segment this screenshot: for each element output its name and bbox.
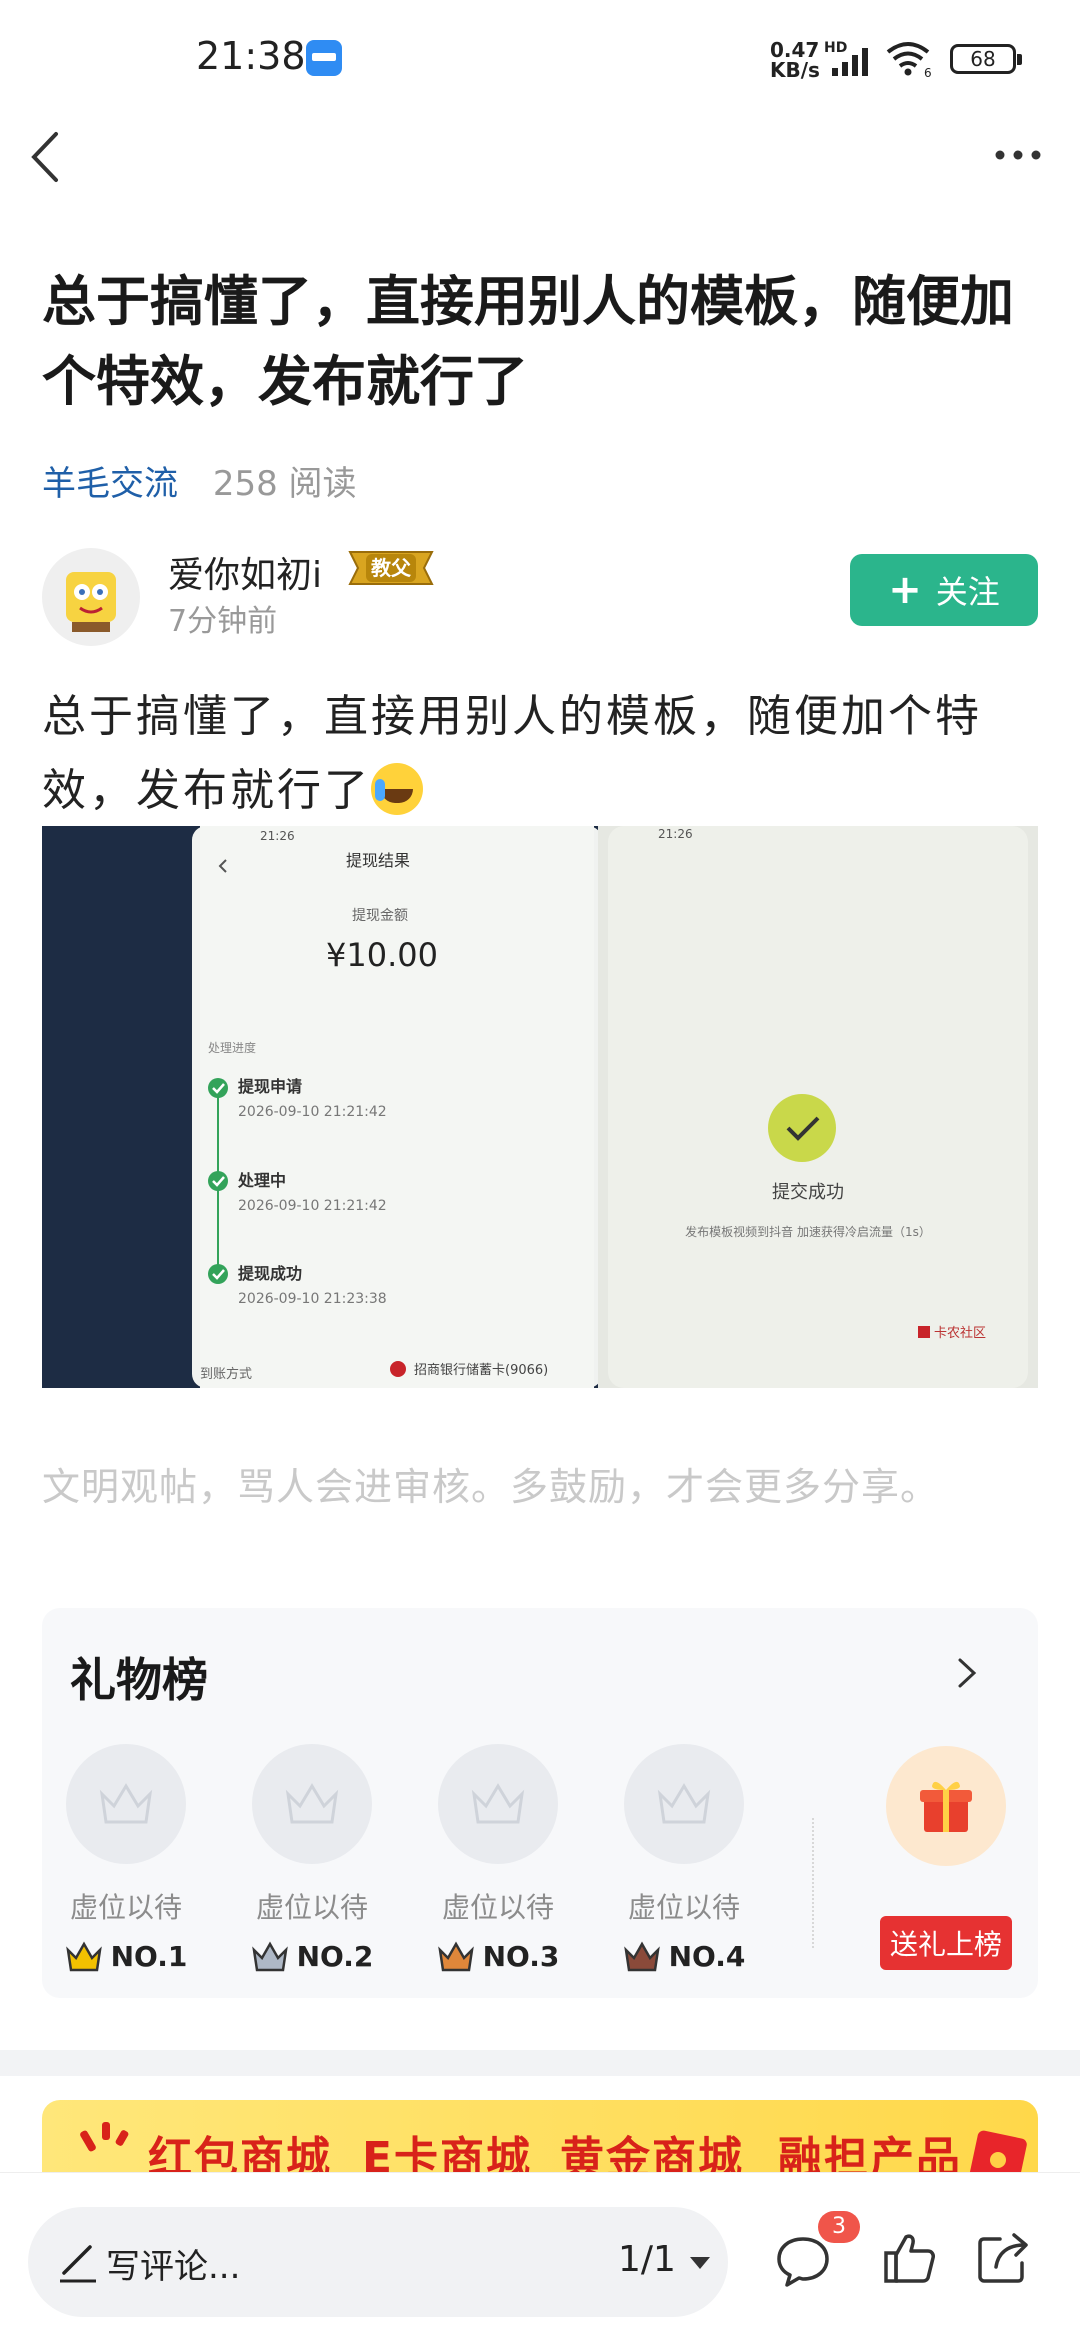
follow-label: 关注 [935,573,1000,611]
wifi-icon: 6 [886,42,932,78]
step-3-name: 提现成功 [238,1264,302,1283]
wallet-app-icon [306,40,342,76]
circle-link[interactable]: 羊毛交流 [42,464,178,504]
divider [812,1818,814,1948]
rank-4-crown-icon [623,1940,660,1971]
network-speed-value: 0.47 [770,38,820,62]
read-count: 258 阅读 [212,464,357,504]
community-notice: 文明观帖，骂人会进审核。多鼓励，才会更多分享。 [42,1465,940,1509]
more-dots-icon [995,150,1041,160]
rank-3-crown-icon [437,1940,474,1971]
gift-slot-label: 虚位以待 [627,1891,740,1924]
gift-ranking-panel: 礼物榜 虚位以待 NO.1 虚位以待 NO.2 虚位以待 NO.3 虚位以待 N… [42,1608,1038,1998]
comment-count-badge: 3 [818,2211,860,2243]
gift-box-icon[interactable] [886,1746,1006,1866]
gift-icon [920,1781,972,1832]
gift-slot-2[interactable]: 虚位以待 NO.2 [232,1744,392,1973]
gift-slot-rank: NO.3 [418,1940,578,1973]
withdraw-amount: ¥10.00 [326,936,438,974]
gift-slot-label: 虚位以待 [69,1891,182,1924]
status-bar: 21:38 0.47 KB/s HD 6 68 [0,0,1080,110]
watermark: 卡农社区 [934,1325,986,1341]
sparkle-icon [80,2122,129,2152]
amount-label: 提现金额 [352,908,408,924]
author-badge-text: 教父 [371,556,412,580]
network-speed: 0.47 KB/s [770,40,820,80]
wifi-index: 6 [924,66,932,78]
share-icon[interactable] [974,2229,1032,2287]
gift-slot-avatar [624,1744,744,1864]
step-2-name: 处理中 [237,1171,286,1190]
back-button[interactable] [20,122,80,192]
submit-success-text: 提交成功 [772,1182,844,1203]
send-gift-button[interactable]: 送礼上榜 [880,1916,1012,1970]
crown-outline-icon [285,1783,339,1824]
crown-outline-icon [471,1783,525,1824]
comment-placeholder: 写评论... [106,2247,241,2287]
rank-2-crown-icon [251,1940,288,1971]
gift-slot-avatar [252,1744,372,1864]
section-separator [0,2050,1080,2076]
crown-outline-icon [657,1783,711,1824]
withdraw-result-header: 提现结果 [346,851,410,870]
avatar-image [66,572,116,632]
left-phone-time: 21:26 [260,829,295,843]
plus-icon: + [888,567,922,613]
rank-number: NO.2 [296,1940,374,1973]
gift-slot-rank: NO.1 [46,1940,206,1973]
rank-number: NO.3 [482,1940,560,1973]
step-2-time: 2026-09-10 21:21:42 [238,1198,387,1214]
avatar[interactable] [42,548,140,646]
author-name[interactable]: 爱你如初i [168,546,322,598]
submit-hint: 发布模板视频到抖音 加速获得冷启流量（1s） [685,1224,931,1239]
account-label: 到账方式 [200,1366,252,1382]
rank-number: NO.1 [110,1940,188,1973]
comment-input[interactable]: 写评论... 1/1 [28,2207,728,2317]
gift-slot-rank: NO.2 [232,1940,392,1973]
gift-slot-label: 虚位以待 [441,1891,554,1924]
rank-number: NO.4 [668,1940,746,1973]
post-meta: 羊毛交流 258 阅读 [42,456,357,505]
progress-label: 处理进度 [208,1040,256,1055]
gift-slot-3[interactable]: 虚位以待 NO.3 [418,1744,578,1973]
page-indicator[interactable]: 1/1 [618,2239,676,2280]
thumbs-up-icon[interactable] [880,2229,938,2287]
network-speed-unit: KB/s [770,58,820,82]
chevron-left-icon [31,132,58,182]
post-body: 总于搞懂了，直接用别人的模板，随便加个特效，发布就行了 [42,680,1042,828]
account-value: 招商银行储蓄卡(9066) [414,1363,548,1378]
post-image[interactable]: 21:26 提现结果 提现金额 ¥10.00 处理进度 提现申请 2026-09… [42,826,1038,1388]
author-badge: 教父 [348,551,434,585]
gift-slot-rank: NO.4 [604,1940,764,1973]
gift-ranking-title: 礼物榜 [70,1653,208,1707]
rank-1-crown-icon [65,1940,102,1971]
step-1-name: 提现申请 [238,1077,302,1096]
crown-outline-icon [99,1783,153,1824]
gift-slot-1[interactable]: 虚位以待 NO.1 [46,1744,206,1973]
follow-button[interactable]: + 关注 [850,554,1038,626]
step-1-time: 2026-09-10 21:21:42 [238,1104,387,1120]
status-time: 21:38 [196,34,306,78]
gift-slot-4[interactable]: 虚位以待 NO.4 [604,1744,764,1973]
laugh-cry-emoji-icon [371,763,423,815]
step-3-time: 2026-09-10 21:23:38 [238,1291,387,1307]
post-body-text: 总于搞懂了，直接用别人的模板，随便加个特效，发布就行了 [42,691,982,816]
post-title: 总于搞懂了，直接用别人的模板，随便加个特效，发布就行了 [42,270,1014,413]
battery-icon: 68 [950,44,1022,74]
pen-icon [60,2245,96,2283]
chevron-right-icon[interactable] [944,1650,990,1696]
signal-icon [832,48,868,76]
gift-slot-avatar [438,1744,558,1864]
gift-slot-label: 虚位以待 [255,1891,368,1924]
right-phone-time: 21:26 [658,827,693,841]
gift-slot-avatar [66,1744,186,1864]
post-time: 7分钟前 [168,604,278,639]
more-button[interactable] [988,130,1048,180]
bottom-bar: 写评论... 1/1 3 [0,2172,1080,2340]
triangle-down-icon[interactable] [686,2251,714,2275]
